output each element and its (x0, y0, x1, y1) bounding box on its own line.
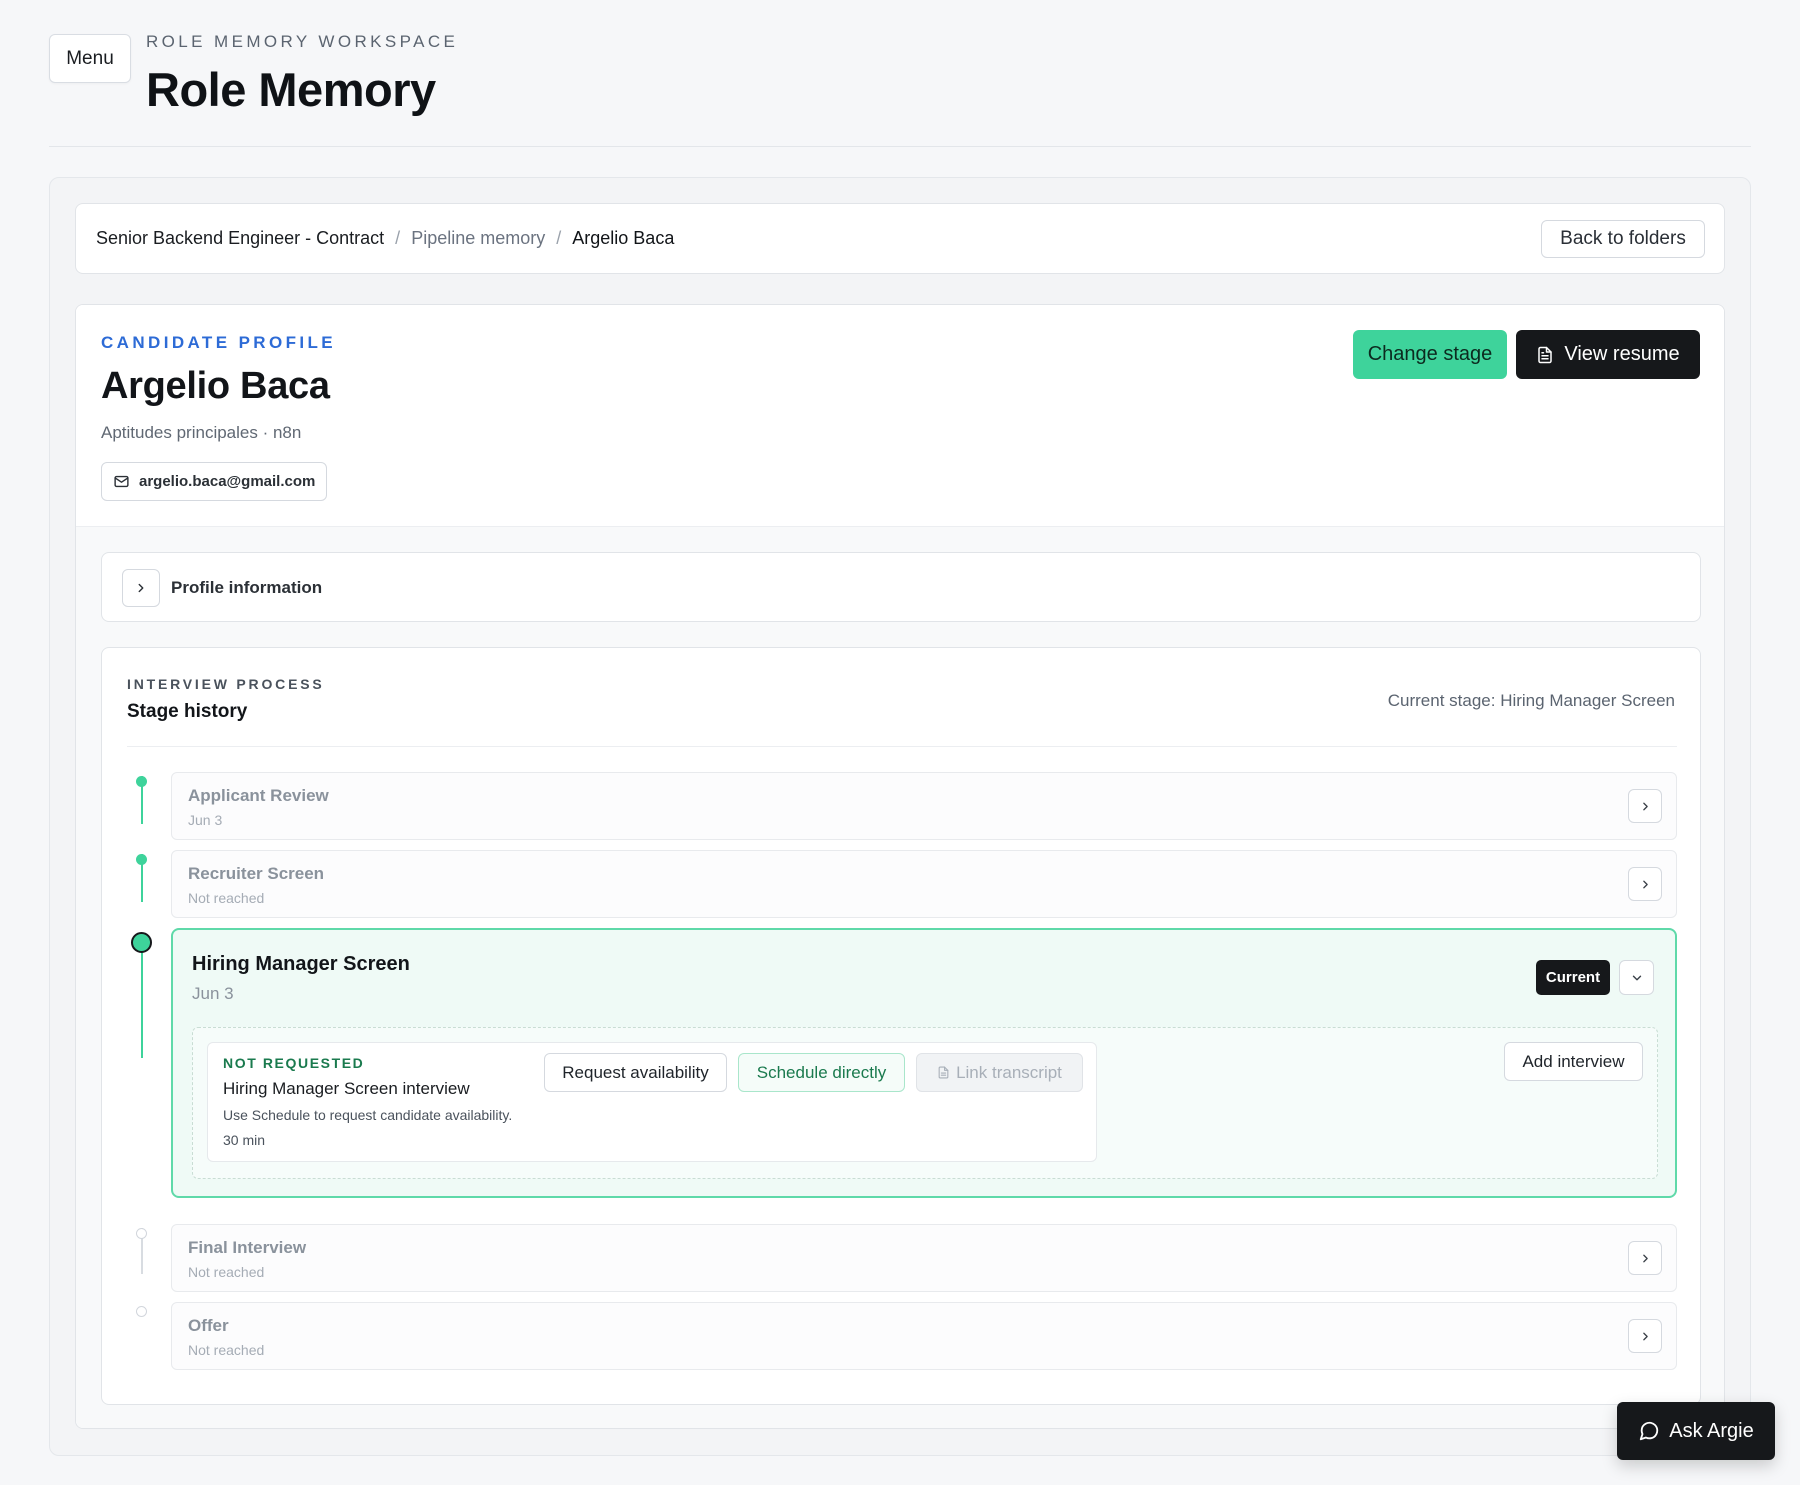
stage-row-hiring-manager-screen: Hiring Manager Screen Jun 3 Current NOT … (171, 928, 1677, 1198)
breadcrumb: Senior Backend Engineer - Contract / Pip… (96, 228, 674, 249)
document-icon (1536, 345, 1554, 365)
stage-dot-done (136, 776, 147, 787)
add-interview-button[interactable]: Add interview (1504, 1042, 1643, 1081)
breadcrumb-separator: / (395, 228, 401, 248)
email-text: argelio.baca@gmail.com (139, 473, 316, 490)
profile-information-label: Profile information (171, 578, 323, 597)
stage-row-applicant-review[interactable]: Applicant Review Jun 3 (171, 772, 1677, 840)
schedule-directly-button[interactable]: Schedule directly (738, 1053, 905, 1092)
interview-title: Hiring Manager Screen interview (223, 1079, 470, 1098)
stage-name: Offer (188, 1316, 229, 1335)
chevron-right-icon (1639, 1252, 1652, 1265)
breadcrumb-separator: / (556, 228, 562, 248)
process-eyebrow: INTERVIEW PROCESS (127, 676, 325, 692)
candidate-subtitle: Aptitudes principales · n8n (101, 423, 302, 442)
stage-row-recruiter-screen[interactable]: Recruiter Screen Not reached (171, 850, 1677, 918)
interview-status: NOT REQUESTED (223, 1055, 365, 1071)
breadcrumb-current: Argelio Baca (572, 228, 675, 248)
interviews-area: NOT REQUESTED Hiring Manager Screen inte… (192, 1027, 1658, 1179)
chevron-right-icon (1639, 800, 1652, 813)
menu-button[interactable]: Menu (49, 34, 131, 83)
stage-dot-done (136, 854, 147, 865)
current-badge: Current (1536, 960, 1610, 995)
stage-history-title: Stage history (127, 701, 248, 722)
ask-argie-label: Ask Argie (1669, 1419, 1754, 1442)
chevron-right-icon (1639, 878, 1652, 891)
candidate-header: CANDIDATE PROFILE Argelio Baca Aptitudes… (76, 305, 1724, 527)
stage-name: Recruiter Screen (188, 864, 325, 883)
stage-row-offer[interactable]: Offer Not reached (171, 1302, 1677, 1370)
header-divider (49, 146, 1751, 147)
interview-description: Use Schedule to request candidate availa… (223, 1107, 513, 1123)
stage-dot-pending (136, 1306, 147, 1317)
expand-stage-button[interactable] (1628, 789, 1662, 823)
stage-name: Final Interview (188, 1238, 307, 1257)
stage-date: Not reached (188, 1264, 265, 1280)
request-availability-button[interactable]: Request availability (544, 1053, 727, 1092)
document-icon (937, 1065, 950, 1080)
view-resume-label: View resume (1564, 343, 1680, 365)
candidate-profile-card: CANDIDATE PROFILE Argelio Baca Aptitudes… (75, 304, 1725, 1429)
stage-name: Hiring Manager Screen (192, 953, 410, 975)
stage-date: Jun 3 (192, 984, 234, 1003)
mail-icon (113, 473, 130, 490)
current-stage-text: Current stage: Hiring Manager Screen (1387, 691, 1675, 710)
chevron-down-icon (1630, 971, 1644, 985)
stage-date: Not reached (188, 1342, 265, 1358)
process-divider (127, 746, 1677, 747)
breadcrumb-bar: Senior Backend Engineer - Contract / Pip… (75, 203, 1725, 274)
expand-stage-button[interactable] (1628, 1319, 1662, 1353)
interview-duration: 30 min (223, 1132, 266, 1148)
view-resume-button[interactable]: View resume (1516, 330, 1700, 379)
stage-date: Not reached (188, 890, 265, 906)
candidate-name: Argelio Baca (101, 365, 330, 407)
candidate-eyebrow: CANDIDATE PROFILE (101, 333, 337, 352)
workspace-eyebrow: ROLE MEMORY WORKSPACE (146, 32, 459, 51)
chat-bubble-icon (1638, 1420, 1660, 1442)
change-stage-button[interactable]: Change stage (1353, 330, 1507, 379)
interview-process-card: INTERVIEW PROCESS Stage history Current … (101, 647, 1701, 1405)
breadcrumb-pipeline-link[interactable]: Pipeline memory (411, 228, 545, 249)
chevron-right-icon (1639, 1330, 1652, 1343)
profile-information-section[interactable]: Profile information (101, 552, 1701, 622)
stage-name: Applicant Review (188, 786, 329, 805)
back-to-folders-button[interactable]: Back to folders (1541, 220, 1705, 258)
stage-row-final-interview[interactable]: Final Interview Not reached (171, 1224, 1677, 1292)
stage-dot-current (131, 932, 152, 953)
stage-date: Jun 3 (188, 812, 223, 828)
email-chip[interactable]: argelio.baca@gmail.com (101, 462, 328, 501)
stage-dot-pending (136, 1228, 147, 1239)
chevron-right-icon (134, 581, 148, 595)
interview-card: NOT REQUESTED Hiring Manager Screen inte… (207, 1042, 1097, 1162)
page-title: Role Memory (146, 63, 436, 116)
link-transcript-button[interactable]: Link transcript (916, 1053, 1083, 1092)
collapse-stage-button[interactable] (1619, 960, 1654, 995)
ask-argie-button[interactable]: Ask Argie (1617, 1402, 1775, 1460)
timeline-connector (141, 942, 143, 1058)
expand-toggle[interactable] (122, 569, 160, 607)
expand-stage-button[interactable] (1628, 1241, 1662, 1275)
expand-stage-button[interactable] (1628, 867, 1662, 901)
breadcrumb-role-link[interactable]: Senior Backend Engineer - Contract (96, 228, 384, 249)
link-transcript-label: Link transcript (956, 1062, 1062, 1082)
